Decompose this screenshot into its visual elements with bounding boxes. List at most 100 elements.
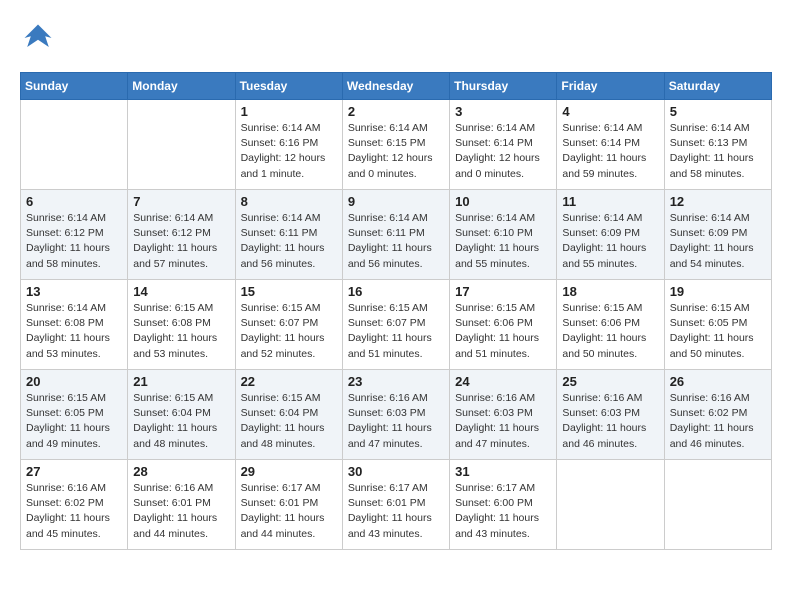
day-number: 15 [241,284,337,299]
calendar-body: 1 Sunrise: 6:14 AM Sunset: 6:16 PM Daylig… [21,100,772,550]
day-number: 9 [348,194,444,209]
calendar-cell: 16Sunrise: 6:15 AM Sunset: 6:07 PM Dayli… [342,280,449,370]
day-number: 4 [562,104,658,119]
day-info: Sunrise: 6:17 AM Sunset: 6:00 PM Dayligh… [455,481,551,542]
weekday-header-row: SundayMondayTuesdayWednesdayThursdayFrid… [21,73,772,100]
page-header [20,20,772,56]
day-info: Sunrise: 6:17 AM Sunset: 6:01 PM Dayligh… [241,481,337,542]
day-info: Sunrise: 6:14 AM Sunset: 6:12 PM Dayligh… [26,211,122,272]
day-info: Sunrise: 6:16 AM Sunset: 6:03 PM Dayligh… [562,391,658,452]
calendar-cell: 27 Sunrise: 6:16 AM Sunset: 6:02 PM Dayli… [21,460,128,550]
day-info: Sunrise: 6:14 AM Sunset: 6:09 PM Dayligh… [562,211,658,272]
calendar-cell: 1 Sunrise: 6:14 AM Sunset: 6:16 PM Daylig… [235,100,342,190]
calendar-cell: 30 Sunrise: 6:17 AM Sunset: 6:01 PM Dayli… [342,460,449,550]
calendar-cell: 7 Sunrise: 6:14 AM Sunset: 6:12 PM Daylig… [128,190,235,280]
day-number: 11 [562,194,658,209]
day-info: Sunrise: 6:14 AM Sunset: 6:09 PM Dayligh… [670,211,766,272]
day-number: 7 [133,194,229,209]
calendar-cell: 13 Sunrise: 6:14 AM Sunset: 6:08 PM Dayli… [21,280,128,370]
calendar-cell: 25 Sunrise: 6:16 AM Sunset: 6:03 PM Dayli… [557,370,664,460]
calendar-week-row: 6 Sunrise: 6:14 AM Sunset: 6:12 PM Daylig… [21,190,772,280]
calendar-cell: 6 Sunrise: 6:14 AM Sunset: 6:12 PM Daylig… [21,190,128,280]
day-number: 23 [348,374,444,389]
day-info: Sunrise: 6:14 AM Sunset: 6:11 PM Dayligh… [348,211,444,272]
day-number: 17 [455,284,551,299]
day-number: 13 [26,284,122,299]
calendar-cell: 31 Sunrise: 6:17 AM Sunset: 6:00 PM Dayli… [450,460,557,550]
calendar-cell: 26 Sunrise: 6:16 AM Sunset: 6:02 PM Dayli… [664,370,771,460]
day-info: Sunrise: 6:14 AM Sunset: 6:11 PM Dayligh… [241,211,337,272]
day-number: 8 [241,194,337,209]
day-number: 18 [562,284,658,299]
day-info: Sunrise: 6:16 AM Sunset: 6:01 PM Dayligh… [133,481,229,542]
day-number: 28 [133,464,229,479]
calendar-cell [21,100,128,190]
calendar-cell: 15 Sunrise: 6:15 AM Sunset: 6:07 PM Dayli… [235,280,342,370]
calendar-cell: 3 Sunrise: 6:14 AM Sunset: 6:14 PM Daylig… [450,100,557,190]
calendar-cell [557,460,664,550]
day-number: 19 [670,284,766,299]
day-number: 31 [455,464,551,479]
day-number: 14 [133,284,229,299]
day-info: Sunrise: 6:16 AM Sunset: 6:02 PM Dayligh… [670,391,766,452]
calendar-cell: 20 Sunrise: 6:15 AM Sunset: 6:05 PM Dayli… [21,370,128,460]
calendar-week-row: 27 Sunrise: 6:16 AM Sunset: 6:02 PM Dayli… [21,460,772,550]
day-info: Sunrise: 6:15 AM Sunset: 6:05 PM Dayligh… [26,391,122,452]
day-info: Sunrise: 6:15 AM Sunset: 6:04 PM Dayligh… [241,391,337,452]
weekday-header-cell: Friday [557,73,664,100]
calendar-cell: 14Sunrise: 6:15 AM Sunset: 6:08 PM Dayli… [128,280,235,370]
day-info: Sunrise: 6:14 AM Sunset: 6:15 PM Dayligh… [348,121,444,182]
logo-icon [20,20,56,56]
calendar-cell: 2Sunrise: 6:14 AM Sunset: 6:15 PM Daylig… [342,100,449,190]
day-info: Sunrise: 6:16 AM Sunset: 6:03 PM Dayligh… [455,391,551,452]
day-number: 5 [670,104,766,119]
calendar-table: SundayMondayTuesdayWednesdayThursdayFrid… [20,72,772,550]
day-number: 16 [348,284,444,299]
day-info: Sunrise: 6:14 AM Sunset: 6:08 PM Dayligh… [26,301,122,362]
day-number: 29 [241,464,337,479]
calendar-week-row: 20 Sunrise: 6:15 AM Sunset: 6:05 PM Dayli… [21,370,772,460]
day-number: 10 [455,194,551,209]
weekday-header-cell: Monday [128,73,235,100]
day-number: 22 [241,374,337,389]
day-info: Sunrise: 6:15 AM Sunset: 6:07 PM Dayligh… [241,301,337,362]
calendar-week-row: 13 Sunrise: 6:14 AM Sunset: 6:08 PM Dayli… [21,280,772,370]
day-number: 21 [133,374,229,389]
calendar-cell: 21 Sunrise: 6:15 AM Sunset: 6:04 PM Dayli… [128,370,235,460]
day-number: 24 [455,374,551,389]
day-info: Sunrise: 6:15 AM Sunset: 6:04 PM Dayligh… [133,391,229,452]
day-number: 25 [562,374,658,389]
weekday-header-cell: Thursday [450,73,557,100]
day-number: 3 [455,104,551,119]
calendar-cell: 12 Sunrise: 6:14 AM Sunset: 6:09 PM Dayli… [664,190,771,280]
day-number: 6 [26,194,122,209]
calendar-cell: 24 Sunrise: 6:16 AM Sunset: 6:03 PM Dayli… [450,370,557,460]
day-number: 27 [26,464,122,479]
day-number: 26 [670,374,766,389]
day-info: Sunrise: 6:16 AM Sunset: 6:03 PM Dayligh… [348,391,444,452]
day-info: Sunrise: 6:14 AM Sunset: 6:14 PM Dayligh… [562,121,658,182]
day-number: 12 [670,194,766,209]
day-info: Sunrise: 6:14 AM Sunset: 6:14 PM Dayligh… [455,121,551,182]
logo [20,20,62,56]
day-number: 20 [26,374,122,389]
day-number: 30 [348,464,444,479]
day-number: 1 [241,104,337,119]
calendar-cell: 4 Sunrise: 6:14 AM Sunset: 6:14 PM Daylig… [557,100,664,190]
day-info: Sunrise: 6:14 AM Sunset: 6:10 PM Dayligh… [455,211,551,272]
day-info: Sunrise: 6:14 AM Sunset: 6:16 PM Dayligh… [241,121,337,182]
weekday-header-cell: Tuesday [235,73,342,100]
calendar-week-row: 1 Sunrise: 6:14 AM Sunset: 6:16 PM Daylig… [21,100,772,190]
calendar-cell: 18Sunrise: 6:15 AM Sunset: 6:06 PM Dayli… [557,280,664,370]
day-info: Sunrise: 6:17 AM Sunset: 6:01 PM Dayligh… [348,481,444,542]
calendar-cell: 10 Sunrise: 6:14 AM Sunset: 6:10 PM Dayli… [450,190,557,280]
weekday-header-cell: Wednesday [342,73,449,100]
calendar-cell: 8 Sunrise: 6:14 AM Sunset: 6:11 PM Daylig… [235,190,342,280]
calendar-cell [128,100,235,190]
day-info: Sunrise: 6:16 AM Sunset: 6:02 PM Dayligh… [26,481,122,542]
calendar-cell: 28 Sunrise: 6:16 AM Sunset: 6:01 PM Dayli… [128,460,235,550]
day-info: Sunrise: 6:14 AM Sunset: 6:12 PM Dayligh… [133,211,229,272]
weekday-header-cell: Saturday [664,73,771,100]
calendar-cell: 22 Sunrise: 6:15 AM Sunset: 6:04 PM Dayli… [235,370,342,460]
calendar-cell: 9 Sunrise: 6:14 AM Sunset: 6:11 PM Daylig… [342,190,449,280]
